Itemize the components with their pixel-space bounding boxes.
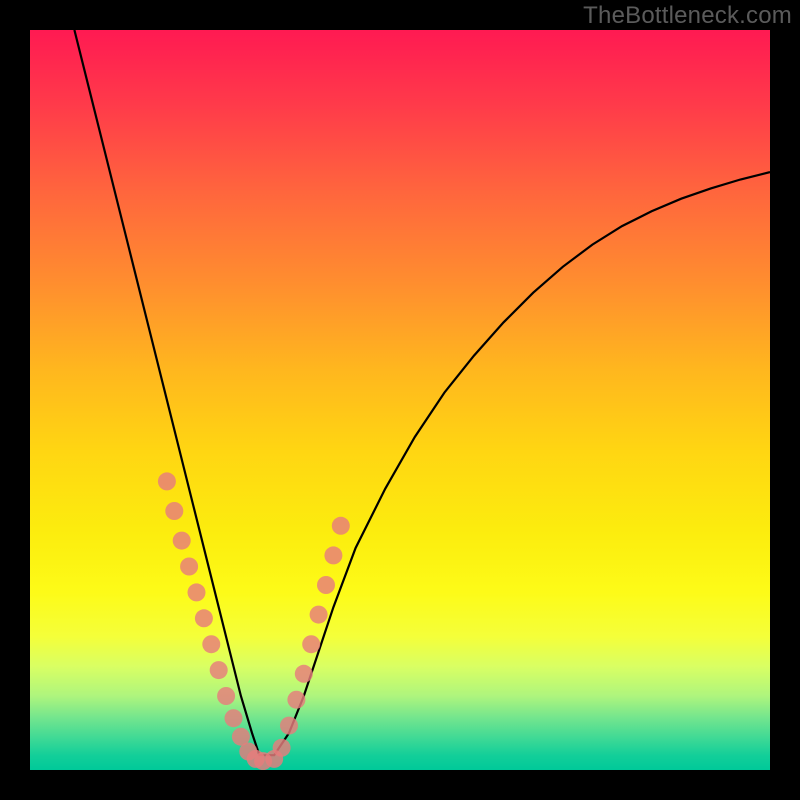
marker-dot	[273, 739, 291, 757]
marker-dot	[332, 517, 350, 535]
marker-dot	[173, 532, 191, 550]
marker-dot	[287, 691, 305, 709]
watermark-text: TheBottleneck.com	[583, 2, 792, 30]
bottleneck-curve-svg	[30, 30, 770, 770]
marker-dot	[195, 609, 213, 627]
marker-dot	[324, 546, 342, 564]
marker-dot	[188, 583, 206, 601]
marker-dot	[225, 709, 243, 727]
marker-dot	[280, 717, 298, 735]
marker-dot	[202, 635, 220, 653]
bottleneck-curve-path	[74, 30, 770, 755]
marker-dot	[210, 661, 228, 679]
marker-dot	[180, 558, 198, 576]
chart-frame: TheBottleneck.com	[0, 0, 800, 800]
marker-group	[158, 472, 350, 770]
marker-dot	[217, 687, 235, 705]
marker-dot	[302, 635, 320, 653]
marker-dot	[295, 665, 313, 683]
marker-dot	[310, 606, 328, 624]
gradient-plot-area	[30, 30, 770, 770]
marker-dot	[165, 502, 183, 520]
marker-dot	[317, 576, 335, 594]
marker-dot	[158, 472, 176, 490]
